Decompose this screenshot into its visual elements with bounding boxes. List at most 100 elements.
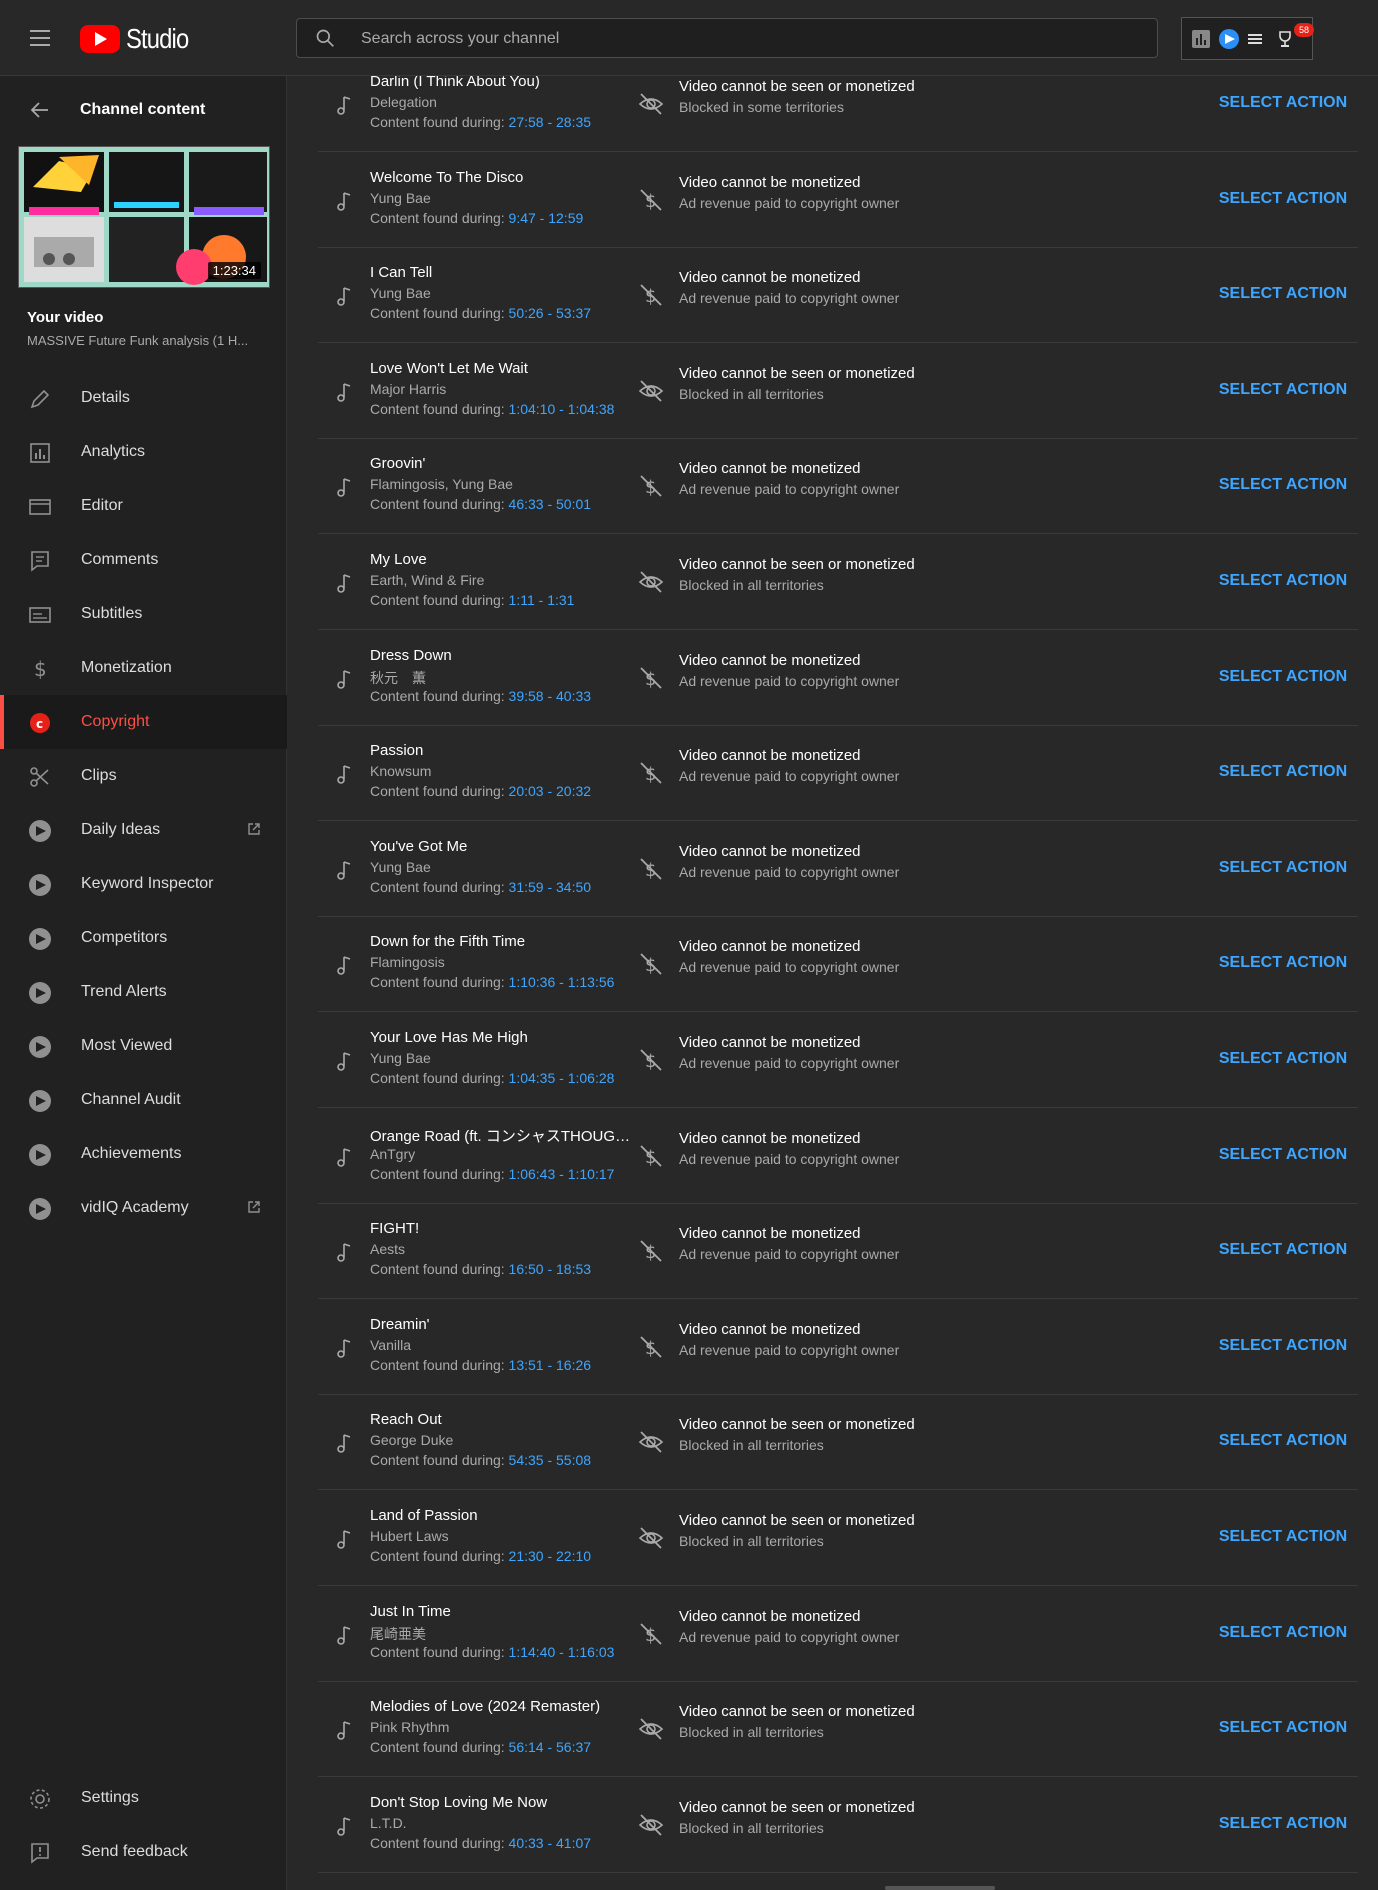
content-found-range[interactable]: 21:30 - 22:10 <box>509 1548 592 1564</box>
content-found-range[interactable]: 1:04:35 - 1:06:28 <box>509 1070 615 1086</box>
video-thumbnail[interactable]: 1:23:34 <box>18 146 270 288</box>
sidebar-item-competitors[interactable]: Competitors <box>0 911 287 965</box>
video-title[interactable]: MASSIVE Future Funk analysis (1 H... <box>27 333 267 348</box>
song-title[interactable]: Your Love Has Me High <box>370 1029 632 1046</box>
select-action-button[interactable]: SELECT ACTION <box>1208 277 1358 311</box>
sidebar-item-keyword-inspector[interactable]: Keyword Inspector <box>0 857 287 911</box>
sidebar-item-trend-alerts[interactable]: Trend Alerts <box>0 965 287 1019</box>
content-found-range[interactable]: 1:04:10 - 1:04:38 <box>509 401 615 417</box>
vidiq-icon[interactable] <box>1218 28 1240 50</box>
claim-impact: Ad revenue paid to copyright owner <box>679 1628 900 1645</box>
select-action-button[interactable]: SELECT ACTION <box>1208 1138 1358 1172</box>
select-action-button[interactable]: SELECT ACTION <box>1208 946 1358 980</box>
song-title[interactable]: FIGHT! <box>370 1220 632 1237</box>
song-title[interactable]: Groovin' <box>370 455 632 472</box>
song-title[interactable]: My Love <box>370 551 632 568</box>
select-action-button[interactable]: SELECT ACTION <box>1208 1520 1358 1554</box>
content-found-range[interactable]: 1:14:40 - 1:16:03 <box>509 1644 615 1660</box>
list-icon[interactable] <box>1244 28 1266 50</box>
select-action-button[interactable]: SELECT ACTION <box>1208 1616 1358 1650</box>
song-title[interactable]: Land of Passion <box>370 1507 632 1524</box>
select-action-button[interactable]: SELECT ACTION <box>1208 468 1358 502</box>
claim-impact: Ad revenue paid to copyright owner <box>679 290 900 307</box>
select-action-button[interactable]: SELECT ACTION <box>1208 1233 1358 1267</box>
content-found-range[interactable]: 39:58 - 40:33 <box>509 688 592 704</box>
claim-status: Video cannot be monetized <box>679 1034 861 1051</box>
song-title[interactable]: Orange Road (ft. コンシャスTHOUGHTS) <box>370 1125 632 1146</box>
sidebar-item-analytics[interactable]: Analytics <box>0 425 287 479</box>
song-title[interactable]: Dreamin' <box>370 1316 632 1333</box>
content-found-range[interactable]: 1:06:43 - 1:10:17 <box>509 1166 615 1182</box>
content-found-range[interactable]: 27:58 - 28:35 <box>509 114 592 130</box>
song-artist: Delegation <box>370 94 437 110</box>
external-link-icon[interactable] <box>246 821 262 837</box>
select-action-button[interactable]: SELECT ACTION <box>1208 1424 1358 1458</box>
song-title[interactable]: Welcome To The Disco <box>370 169 632 186</box>
song-title[interactable]: Love Won't Let Me Wait <box>370 360 632 377</box>
sidebar-bottom: Settings Send feedback <box>0 1771 287 1879</box>
select-action-button[interactable]: SELECT ACTION <box>1208 851 1358 885</box>
song-title[interactable]: Reach Out <box>370 1411 632 1428</box>
sidebar-item-channel-audit[interactable]: Channel Audit <box>0 1073 287 1127</box>
sidebar-item-send-feedback[interactable]: Send feedback <box>0 1825 287 1879</box>
sidebar-item-comments[interactable]: Comments <box>0 533 287 587</box>
search-icon[interactable] <box>315 28 335 48</box>
content-found-range[interactable]: 54:35 - 55:08 <box>509 1452 592 1468</box>
content-found-range[interactable]: 9:47 - 12:59 <box>509 210 584 226</box>
content-found-range[interactable]: 1:11 - 1:31 <box>509 592 575 608</box>
sidebar-item-editor[interactable]: Editor <box>0 479 287 533</box>
select-action-button[interactable]: SELECT ACTION <box>1208 182 1358 216</box>
sidebar-item-most-viewed[interactable]: Most Viewed <box>0 1019 287 1073</box>
content-found-range[interactable]: 20:03 - 20:32 <box>509 783 592 799</box>
select-action-button[interactable]: SELECT ACTION <box>1208 1711 1358 1745</box>
song-title[interactable]: Dress Down <box>370 647 632 664</box>
sidebar-item-achievements[interactable]: Achievements <box>0 1127 287 1181</box>
stats-icon[interactable] <box>1190 28 1212 50</box>
content-found-range[interactable]: 46:33 - 50:01 <box>509 496 592 512</box>
studio-logo[interactable]: Studio <box>80 22 199 56</box>
sidebar-item-vidiq-academy[interactable]: vidIQ Academy <box>0 1181 287 1235</box>
select-action-button[interactable]: SELECT ACTION <box>1208 660 1358 694</box>
select-action-button[interactable]: SELECT ACTION <box>1208 373 1358 407</box>
sidebar-item-subtitles[interactable]: Subtitles <box>0 587 287 641</box>
song-title[interactable]: Down for the Fifth Time <box>370 933 632 950</box>
song-title[interactable]: I Can Tell <box>370 264 632 281</box>
select-action-button[interactable]: SELECT ACTION <box>1208 86 1358 120</box>
search-box[interactable] <box>296 18 1158 59</box>
external-link-icon[interactable] <box>246 1199 262 1215</box>
content-found: Content found during: 54:35 - 55:08 <box>370 1452 591 1468</box>
song-title[interactable]: You've Got Me <box>370 838 632 855</box>
trophy-icon[interactable] <box>1274 28 1296 50</box>
search-input[interactable] <box>359 19 1143 59</box>
select-action-button[interactable]: SELECT ACTION <box>1208 755 1358 789</box>
song-title[interactable]: Don't Stop Loving Me Now <box>370 1794 632 1811</box>
menu-icon[interactable] <box>22 22 58 54</box>
content-found-range[interactable]: 16:50 - 18:53 <box>509 1261 592 1277</box>
arrow-back-icon[interactable] <box>28 98 52 122</box>
song-title[interactable]: Just In Time <box>370 1603 632 1620</box>
content-found-range[interactable]: 1:10:36 - 1:13:56 <box>509 974 615 990</box>
sidebar-item-settings[interactable]: Settings <box>0 1771 287 1825</box>
content-found-range[interactable]: 40:33 - 41:07 <box>509 1835 592 1851</box>
vidiq-icon <box>29 1144 51 1166</box>
content-found-range[interactable]: 13:51 - 16:26 <box>509 1357 592 1373</box>
claim-status: Video cannot be seen or monetized <box>679 1512 915 1529</box>
sidebar-item-copyright[interactable]: c Copyright <box>0 695 287 749</box>
sidebar-item-monetization[interactable]: $ Monetization <box>0 641 287 695</box>
song-title[interactable]: Darlin (I Think About You) <box>370 76 632 90</box>
song-title[interactable]: Passion <box>370 742 632 759</box>
svg-text:$: $ <box>645 1242 656 1263</box>
content-found-range[interactable]: 56:14 - 56:37 <box>509 1739 592 1755</box>
select-action-button[interactable]: SELECT ACTION <box>1208 1807 1358 1841</box>
content-found-range[interactable]: 50:26 - 53:37 <box>509 305 592 321</box>
sidebar-item-clips[interactable]: Clips <box>0 749 287 803</box>
sidebar-item-daily-ideas[interactable]: Daily Ideas <box>0 803 287 857</box>
back-to-channel-content[interactable]: Channel content <box>0 76 287 144</box>
select-action-button[interactable]: SELECT ACTION <box>1208 564 1358 598</box>
select-action-button[interactable]: SELECT ACTION <box>1208 1329 1358 1363</box>
sidebar-item-details[interactable]: Details <box>0 371 287 425</box>
scrollbar-thumb[interactable] <box>885 1886 995 1890</box>
select-action-button[interactable]: SELECT ACTION <box>1208 1042 1358 1076</box>
song-title[interactable]: Melodies of Love (2024 Remaster) <box>370 1698 632 1715</box>
content-found-range[interactable]: 31:59 - 34:50 <box>509 879 592 895</box>
